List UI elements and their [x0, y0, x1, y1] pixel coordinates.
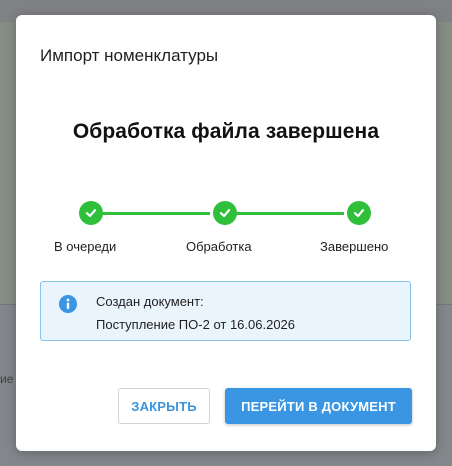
- import-dialog: Импорт номенклатуры Обработка файла заве…: [16, 15, 436, 451]
- info-notice: Создан документ: Поступление ПО-2 от 16.…: [40, 281, 411, 341]
- step-label-processing: Обработка: [186, 239, 252, 254]
- go-to-document-button[interactable]: ПЕРЕЙТИ В ДОКУМЕНТ: [225, 388, 412, 424]
- step-connector-2: [236, 212, 344, 215]
- close-button[interactable]: ЗАКРЫТЬ: [118, 388, 210, 424]
- step-processing-check-icon: [213, 201, 237, 225]
- background-text-fragment: ие: [0, 372, 14, 386]
- step-queue-check-icon: [79, 201, 103, 225]
- notice-document-name: Поступление ПО-2 от 16.06.2026: [96, 317, 296, 332]
- step-done-check-icon: [347, 201, 371, 225]
- step-label-done: Завершено: [320, 239, 389, 254]
- progress-stepper: В очереди Обработка Завершено: [16, 201, 436, 261]
- info-icon: [59, 295, 77, 313]
- status-heading: Обработка файла завершена: [72, 120, 380, 143]
- step-label-queue: В очереди: [54, 239, 117, 254]
- step-connector-1: [102, 212, 210, 215]
- notice-title: Создан документ:: [96, 294, 204, 309]
- dialog-title: Импорт номенклатуры: [40, 46, 219, 65]
